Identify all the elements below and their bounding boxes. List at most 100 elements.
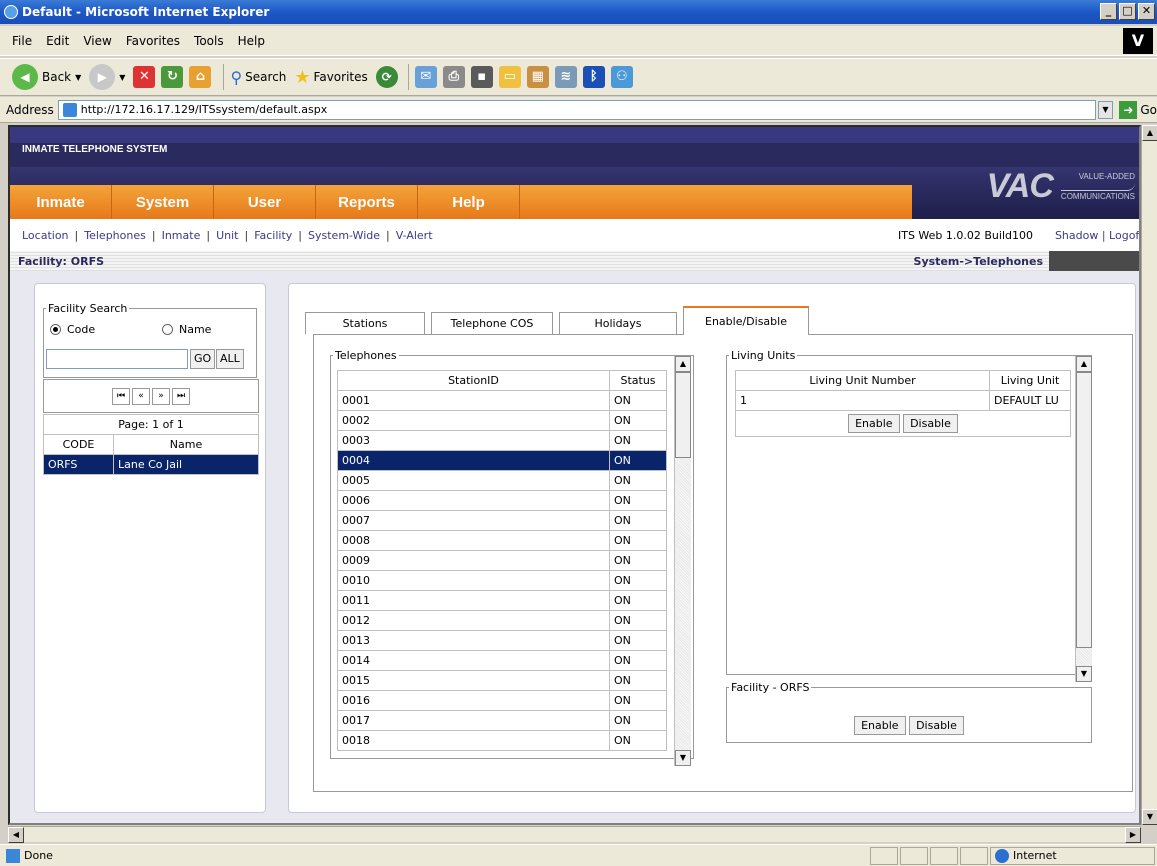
favorites-button[interactable]: ★ Favorites (294, 67, 367, 88)
table-row[interactable]: 0015 ON (337, 670, 667, 691)
home-icon[interactable]: ⌂ (189, 66, 212, 88)
subnav-system-wide[interactable]: System-Wide (308, 229, 380, 242)
last-page-icon[interactable]: ⏭ (172, 387, 190, 405)
living-unit-disable-button[interactable]: Disable (903, 414, 958, 433)
radio-name-indicator[interactable] (162, 324, 173, 335)
people-icon[interactable]: ⚇ (610, 66, 633, 88)
scroll-down-icon[interactable]: ▼ (675, 750, 691, 766)
scroll-up-icon[interactable]: ▲ (1076, 356, 1092, 372)
forward-button[interactable]: ▶ ▼ (89, 64, 125, 90)
page-scroll-up-icon[interactable]: ▲ (1142, 125, 1157, 141)
tab-holidays[interactable]: Holidays (559, 312, 677, 334)
table-row[interactable]: 0005 ON (337, 470, 667, 491)
research-icon[interactable]: ▦ (526, 66, 549, 88)
radio-name[interactable]: Name (162, 323, 211, 336)
menu-favorites[interactable]: Favorites (126, 34, 180, 48)
table-row[interactable]: 0002 ON (337, 410, 667, 431)
tab-enable-disable[interactable]: Enable/Disable (683, 306, 809, 335)
menu-help[interactable]: Help (238, 34, 265, 48)
page-horizontal-scrollbar[interactable]: ◀ ▶ (8, 826, 1141, 843)
search-button[interactable]: ⚲ Search (230, 68, 286, 87)
table-row[interactable]: 0003 ON (337, 430, 667, 451)
tab-stations[interactable]: Stations (305, 312, 425, 334)
maximize-button[interactable]: □ (1119, 3, 1136, 20)
refresh-icon[interactable]: ↻ (161, 66, 184, 88)
page-scroll-left-icon[interactable]: ◀ (8, 827, 24, 843)
mail-icon[interactable]: ✉ (414, 66, 437, 88)
page-scroll-down-icon[interactable]: ▼ (1142, 809, 1157, 825)
nav-help[interactable]: Help (418, 185, 520, 219)
scroll-up-icon[interactable]: ▲ (675, 356, 691, 372)
window-title-bar[interactable]: Default - Microsoft Internet Explorer _ … (0, 0, 1157, 24)
table-row[interactable]: 0009 ON (337, 550, 667, 571)
pager: ⏮ « » ⏭ (43, 379, 259, 413)
go-arrow-icon: ➜ (1119, 100, 1138, 119)
facility-enable-button[interactable]: Enable (854, 716, 906, 735)
window-title: Default - Microsoft Internet Explorer (22, 5, 270, 19)
address-dropdown-icon[interactable]: ▼ (1097, 100, 1114, 119)
facility-search-input[interactable] (46, 349, 188, 369)
page-scroll-right-icon[interactable]: ▶ (1125, 827, 1141, 843)
table-row[interactable]: 0012 ON (337, 610, 667, 631)
table-row[interactable]: 0001 ON (337, 390, 667, 411)
go-search-button[interactable]: GO (190, 349, 216, 369)
table-row[interactable]: 0014 ON (337, 650, 667, 671)
back-button[interactable]: ◀ Back ▼ (12, 64, 81, 90)
scroll-down-icon[interactable]: ▼ (1076, 666, 1092, 682)
living-units-scrollbar[interactable]: ▲ ▼ (1075, 356, 1092, 682)
subnav-unit[interactable]: Unit (216, 229, 238, 242)
table-row[interactable]: 0013 ON (337, 630, 667, 651)
all-button[interactable]: ALL (216, 349, 244, 369)
edit-icon[interactable]: ▪ (470, 66, 493, 88)
messenger-icon[interactable]: ≋ (554, 66, 577, 88)
scroll-thumb[interactable] (1076, 372, 1092, 648)
table-row[interactable]: 0018 ON (337, 730, 667, 751)
first-page-icon[interactable]: ⏮ (112, 387, 130, 405)
media-icon[interactable]: ⟳ (375, 66, 398, 88)
prev-page-icon[interactable]: « (132, 387, 150, 405)
telephones-scrollbar[interactable]: ▲ ▼ (674, 356, 691, 766)
subnav-location[interactable]: Location (22, 229, 69, 242)
table-row[interactable]: 0017 ON (337, 710, 667, 731)
table-row[interactable]: 0007 ON (337, 510, 667, 531)
folder-icon[interactable]: ▭ (498, 66, 521, 88)
table-row[interactable]: 0008 ON (337, 530, 667, 551)
forward-dropdown-icon[interactable]: ▼ (119, 73, 125, 82)
back-dropdown-icon[interactable]: ▼ (75, 73, 81, 82)
table-row[interactable]: 0004 ON (337, 450, 667, 471)
tab-telephone-cos[interactable]: Telephone COS (431, 312, 553, 334)
menu-file[interactable]: File (12, 34, 32, 48)
nav-inmate[interactable]: Inmate (10, 185, 112, 219)
minimize-button[interactable]: _ (1100, 3, 1117, 20)
scroll-thumb[interactable] (675, 372, 691, 458)
nav-user[interactable]: User (214, 185, 316, 219)
menu-view[interactable]: View (83, 34, 111, 48)
bluetooth-icon[interactable]: ᛒ (582, 66, 605, 88)
table-row[interactable]: 0006 ON (337, 490, 667, 511)
living-unit-enable-button[interactable]: Enable (848, 414, 900, 433)
go-button[interactable]: ➜ Go (1119, 100, 1157, 119)
radio-code[interactable]: Code (50, 323, 95, 336)
menu-edit[interactable]: Edit (46, 34, 69, 48)
close-button[interactable]: ✕ (1138, 3, 1155, 20)
page-vertical-scrollbar[interactable]: ▲ ▼ (1141, 125, 1157, 825)
subnav-v-alert[interactable]: V-Alert (396, 229, 433, 242)
table-row[interactable]: 0011 ON (337, 590, 667, 611)
table-row[interactable]: 1 DEFAULT LU (735, 390, 1071, 411)
nav-system[interactable]: System (112, 185, 214, 219)
table-row[interactable]: 0010 ON (337, 570, 667, 591)
table-row[interactable]: ORFS Lane Co Jail (43, 454, 259, 475)
print-icon[interactable]: ⎙ (442, 66, 465, 88)
subnav-telephones[interactable]: Telephones (84, 229, 146, 242)
stop-icon[interactable]: ✕ (133, 66, 156, 88)
subnav-facility[interactable]: Facility (254, 229, 292, 242)
table-row[interactable]: 0016 ON (337, 690, 667, 711)
address-input[interactable]: http://172.16.17.129/ITSsystem/default.a… (57, 99, 1096, 120)
shadow-logoff-links[interactable]: Shadow | Logoff (1055, 229, 1139, 242)
next-page-icon[interactable]: » (152, 387, 170, 405)
subnav-inmate[interactable]: Inmate (162, 229, 201, 242)
facility-disable-button[interactable]: Disable (909, 716, 964, 735)
menu-tools[interactable]: Tools (194, 34, 224, 48)
nav-reports[interactable]: Reports (316, 185, 418, 219)
radio-code-indicator[interactable] (50, 324, 61, 335)
